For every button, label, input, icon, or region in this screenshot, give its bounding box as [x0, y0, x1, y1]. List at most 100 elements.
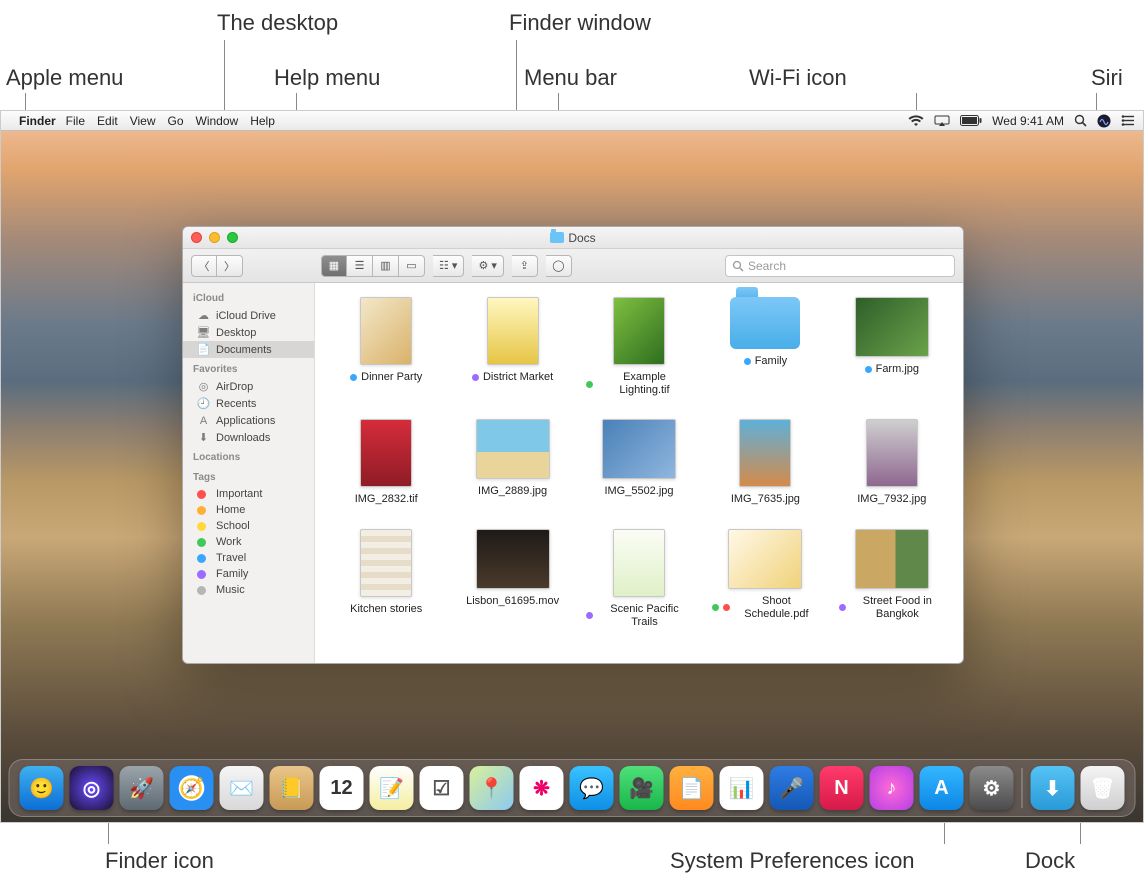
file-item[interactable]: Shoot Schedule.pdf [712, 529, 818, 629]
back-button[interactable]: 〈 [191, 255, 217, 277]
desktop-area[interactable]: Finder File Edit View Go Window Help Wed… [0, 110, 1144, 823]
sidebar-item-important[interactable]: Important [183, 486, 314, 502]
file-thumbnail [360, 529, 412, 597]
finder-window[interactable]: Docs 〈 〉 ▦ ☰ ▥ ▭ ☷ ▾ ⚙︎ ▾ ⇪ ◯ [182, 226, 964, 664]
file-item[interactable]: Scenic Pacific Trails [586, 529, 692, 629]
window-minimize-button[interactable] [209, 232, 220, 243]
menu-help[interactable]: Help [250, 114, 275, 128]
view-gallery-button[interactable]: ▭ [399, 255, 425, 277]
finder-sidebar: iCloud☁︎iCloud Drive🖥Desktop📄DocumentsFa… [183, 283, 315, 663]
file-item[interactable]: IMG_7635.jpg [712, 419, 818, 506]
sidebar-item-documents[interactable]: 📄Documents [183, 341, 314, 358]
dock-app-facetime[interactable]: 🎥 [620, 766, 664, 810]
file-item[interactable]: Farm.jpg [839, 297, 945, 397]
file-item[interactable]: Lisbon_61695.mov [459, 529, 565, 629]
dock-app-mail[interactable]: ✉️ [220, 766, 264, 810]
dock-app-calendar[interactable]: 12 [320, 766, 364, 810]
dock-app-launchpad[interactable]: 🚀 [120, 766, 164, 810]
file-thumbnail [866, 419, 918, 487]
file-item[interactable]: IMG_2889.jpg [459, 419, 565, 506]
menu-clock[interactable]: Wed 9:41 AM [992, 114, 1064, 128]
sidebar-item-applications[interactable]: AApplications [183, 412, 314, 429]
file-name: Kitchen stories [350, 603, 422, 616]
view-columns-button[interactable]: ▥ [373, 255, 399, 277]
view-list-button[interactable]: ☰ [347, 255, 373, 277]
dock-app-finder[interactable]: 🙂 [20, 766, 64, 810]
finder-search-field[interactable]: Search [725, 255, 955, 277]
file-item[interactable]: IMG_2832.tif [333, 419, 439, 506]
file-item[interactable]: IMG_5502.jpg [586, 419, 692, 506]
sidebar-item-downloads[interactable]: ⬇︎Downloads [183, 429, 314, 446]
callout-finder-window: Finder window [509, 10, 651, 36]
file-name: District Market [472, 371, 553, 384]
dock-app-safari[interactable]: 🧭 [170, 766, 214, 810]
sidebar-item-airdrop[interactable]: ◎AirDrop [183, 378, 314, 395]
dock-app-system-preferences[interactable]: ⚙︎ [970, 766, 1014, 810]
dock-stack-downloads[interactable]: ⬇︎ [1031, 766, 1075, 810]
airplay-icon[interactable] [934, 115, 950, 127]
sidebar-item-travel[interactable]: Travel [183, 550, 314, 566]
doc-icon: 📄 [197, 343, 210, 356]
dock-app-keynote[interactable]: 🎤 [770, 766, 814, 810]
file-thumbnail [487, 297, 539, 365]
dock-app-itunes[interactable]: ♪ [870, 766, 914, 810]
sidebar-item-home[interactable]: Home [183, 502, 314, 518]
dock-app-numbers[interactable]: 📊 [720, 766, 764, 810]
sidebar-section-favorites: Favorites [183, 358, 314, 378]
dock-app-siri[interactable]: ◎ [70, 766, 114, 810]
dock-app-app-store[interactable]: A [920, 766, 964, 810]
siri-icon[interactable] [1097, 114, 1111, 128]
tag-dot [197, 538, 206, 547]
file-item[interactable]: Street Food in Bangkok [839, 529, 945, 629]
dock-app-messages[interactable]: 💬 [570, 766, 614, 810]
file-item[interactable]: District Market [459, 297, 565, 397]
file-thumbnail [360, 297, 412, 365]
finder-content[interactable]: Dinner Party District Market Example Light… [315, 283, 963, 663]
wifi-icon[interactable] [908, 115, 924, 127]
menu-window[interactable]: Window [196, 114, 239, 128]
spotlight-icon[interactable] [1074, 114, 1087, 127]
share-button[interactable]: ⇪ [512, 255, 538, 277]
app-menu[interactable]: Finder [19, 114, 56, 128]
sidebar-item-school[interactable]: School [183, 518, 314, 534]
menu-go[interactable]: Go [168, 114, 184, 128]
window-close-button[interactable] [191, 232, 202, 243]
sidebar-item-desktop[interactable]: 🖥Desktop [183, 324, 314, 341]
sidebar-item-label: Important [216, 488, 262, 500]
dock-app-contacts[interactable]: 📒 [270, 766, 314, 810]
dock-app-photos[interactable]: ❋ [520, 766, 564, 810]
callout-menu-bar: Menu bar [524, 65, 617, 91]
sidebar-item-recents[interactable]: 🕘Recents [183, 395, 314, 412]
search-placeholder: Search [748, 259, 786, 273]
action-button[interactable]: ⚙︎ ▾ [472, 255, 503, 277]
forward-button[interactable]: 〉 [217, 255, 243, 277]
finder-titlebar[interactable]: Docs [183, 227, 963, 249]
file-item[interactable]: Dinner Party [333, 297, 439, 397]
sidebar-item-icloud-drive[interactable]: ☁︎iCloud Drive [183, 307, 314, 324]
sidebar-item-work[interactable]: Work [183, 534, 314, 550]
notification-center-icon[interactable] [1121, 115, 1135, 126]
file-item[interactable]: Example Lighting.tif [586, 297, 692, 397]
file-item[interactable]: IMG_7932.jpg [839, 419, 945, 506]
menu-file[interactable]: File [66, 114, 85, 128]
dock-trash[interactable]: 🗑 [1081, 766, 1125, 810]
menu-view[interactable]: View [130, 114, 156, 128]
dock-app-notes[interactable]: 📝 [370, 766, 414, 810]
tag-dot [197, 522, 206, 531]
window-zoom-button[interactable] [227, 232, 238, 243]
menu-bar: Finder File Edit View Go Window Help Wed… [1, 111, 1143, 131]
sidebar-item-family[interactable]: Family [183, 566, 314, 582]
view-icons-button[interactable]: ▦ [321, 255, 347, 277]
tags-button[interactable]: ◯ [546, 255, 572, 277]
menu-edit[interactable]: Edit [97, 114, 118, 128]
dock-app-reminders[interactable]: ☑︎ [420, 766, 464, 810]
arrange-button[interactable]: ☷ ▾ [433, 255, 464, 277]
dock-app-news[interactable]: N [820, 766, 864, 810]
sidebar-item-music[interactable]: Music [183, 582, 314, 598]
battery-icon[interactable] [960, 115, 982, 126]
file-item[interactable]: Family [712, 297, 818, 397]
dock[interactable]: 🙂◎🚀🧭✉️📒12📝☑︎📍❋💬🎥📄📊🎤N♪A⚙︎ ⬇︎🗑 [9, 759, 1136, 817]
dock-app-maps[interactable]: 📍 [470, 766, 514, 810]
file-item[interactable]: Kitchen stories [333, 529, 439, 629]
dock-app-pages[interactable]: 📄 [670, 766, 714, 810]
